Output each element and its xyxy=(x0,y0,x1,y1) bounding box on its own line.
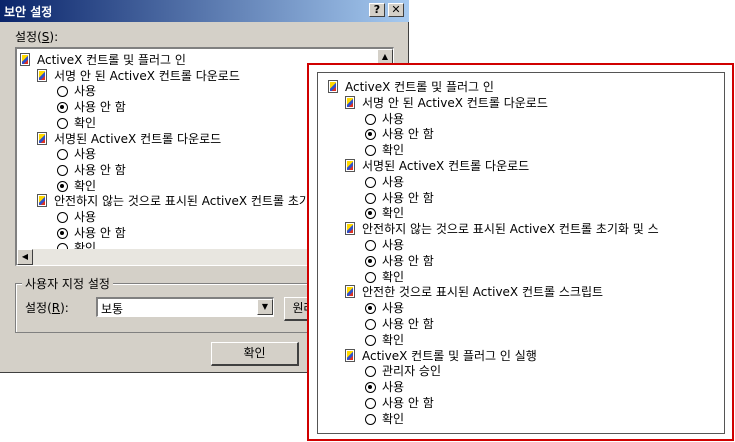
settings-label: 설정(S): xyxy=(15,30,59,44)
chevron-down-icon[interactable]: ▼ xyxy=(257,299,273,315)
setting-label: ActiveX 컨트롤 및 플러그 인 실행 xyxy=(362,348,537,363)
option-label: 사용 안 함 xyxy=(382,190,434,205)
radio-selected-icon[interactable] xyxy=(57,102,68,114)
radio-icon[interactable] xyxy=(365,366,376,378)
radio-selected-icon[interactable] xyxy=(57,180,68,192)
option-label: 사용 안 함 xyxy=(382,317,434,331)
settings-icon xyxy=(345,285,355,299)
option-label: 확인 xyxy=(382,332,405,347)
zoomed-settings-list: ActiveX 컨트롤 및 플러그 인 서명 안 된 ActiveX 컨트롤 다운… xyxy=(317,72,725,434)
custom-settings-title: 사용자 지정 설정 xyxy=(22,275,113,292)
setting-label: 서명 안 된 ActiveX 컨트롤 다운로드 xyxy=(362,95,548,110)
option-label: 확인 xyxy=(74,115,97,130)
option-label: 사용 안 함 xyxy=(74,162,126,177)
option-label: 확인 xyxy=(382,206,405,221)
option-label: 사용 안 함 xyxy=(382,396,434,410)
setting-label: 안전하지 않는 것으로 표시된 ActiveX 컨트롤 초기 xyxy=(54,194,310,209)
setting-label: 서명된 ActiveX 컨트롤 다운로드 xyxy=(54,131,222,146)
option-label: 사용 xyxy=(382,174,405,189)
title-bar: 보안 설정 ? ✕ xyxy=(0,0,409,22)
setting-label: 안전하지 않는 것으로 표시된 ActiveX 컨트롤 초기화 및 스 xyxy=(362,222,659,237)
option-label: 사용 안 함 xyxy=(74,225,126,240)
option-label: 사용 xyxy=(382,238,405,252)
category-label: ActiveX 컨트롤 및 플러그 인 xyxy=(345,80,494,94)
radio-icon[interactable] xyxy=(365,271,376,283)
category-label: ActiveX 컨트롤 및 플러그 인 xyxy=(37,53,186,67)
radio-icon[interactable] xyxy=(365,176,376,188)
option-label: 사용 xyxy=(382,111,405,126)
radio-selected-icon[interactable] xyxy=(365,255,376,267)
radio-icon[interactable] xyxy=(365,319,376,330)
option-label: 사용 안 함 xyxy=(382,253,434,268)
option-label: 사용 xyxy=(74,210,97,224)
radio-icon[interactable] xyxy=(365,413,376,425)
settings-icon xyxy=(328,80,338,93)
option-label: 사용 안 함 xyxy=(382,127,434,142)
radio-selected-icon[interactable] xyxy=(57,227,68,239)
option-label: 사용 xyxy=(382,301,405,316)
ok-button[interactable]: 확인 xyxy=(211,342,299,366)
settings-icon xyxy=(345,159,355,172)
radio-selected-icon[interactable] xyxy=(365,382,376,394)
close-button[interactable]: ✕ xyxy=(388,3,404,17)
option-label: 사용 xyxy=(74,84,97,99)
option-label: 사용 안 함 xyxy=(74,100,126,115)
option-label: 확인 xyxy=(382,269,405,284)
settings-icon xyxy=(37,68,47,82)
option-label: 관리자 승인 xyxy=(382,364,442,379)
radio-icon[interactable] xyxy=(57,117,68,129)
radio-icon[interactable] xyxy=(57,149,68,161)
reset-to-label: 설정(R): xyxy=(25,301,69,315)
radio-icon[interactable] xyxy=(365,334,376,346)
option-label: 확인 xyxy=(74,241,97,249)
radio-selected-icon[interactable] xyxy=(365,208,376,220)
radio-selected-icon[interactable] xyxy=(365,129,376,141)
settings-icon xyxy=(345,95,355,109)
option-label: 사용 xyxy=(382,380,405,395)
setting-label: 안전한 것으로 표시된 ActiveX 컨트롤 스크립트 xyxy=(362,285,604,300)
radio-icon[interactable] xyxy=(365,240,376,251)
help-button[interactable]: ? xyxy=(369,3,385,17)
reset-level-value: 보통 xyxy=(101,302,124,316)
dialog-title: 보안 설정 xyxy=(4,5,53,19)
option-label: 확인 xyxy=(382,143,405,158)
settings-icon xyxy=(345,222,355,236)
setting-label: 서명 안 된 ActiveX 컨트롤 다운로드 xyxy=(54,68,240,83)
settings-icon xyxy=(20,53,30,66)
radio-icon[interactable] xyxy=(57,164,68,176)
option-label: 확인 xyxy=(74,178,97,193)
radio-icon[interactable] xyxy=(365,145,376,157)
zoomed-highlight-box: ActiveX 컨트롤 및 플러그 인 서명 안 된 ActiveX 컨트롤 다운… xyxy=(307,63,734,441)
setting-label: 서명된 ActiveX 컨트롤 다운로드 xyxy=(362,159,530,173)
settings-icon xyxy=(37,131,47,145)
scroll-left-button[interactable]: ◀ xyxy=(17,249,33,265)
settings-icon xyxy=(345,348,355,362)
reset-level-select[interactable]: 보통 ▼ xyxy=(96,297,274,317)
option-label: 사용 xyxy=(74,147,97,162)
settings-icon xyxy=(37,194,47,208)
option-label: 확인 xyxy=(382,411,405,426)
radio-icon[interactable] xyxy=(365,398,376,409)
radio-icon[interactable] xyxy=(57,212,68,223)
radio-icon[interactable] xyxy=(365,192,376,204)
radio-icon[interactable] xyxy=(57,86,68,98)
radio-selected-icon[interactable] xyxy=(365,303,376,315)
radio-icon[interactable] xyxy=(365,113,376,125)
